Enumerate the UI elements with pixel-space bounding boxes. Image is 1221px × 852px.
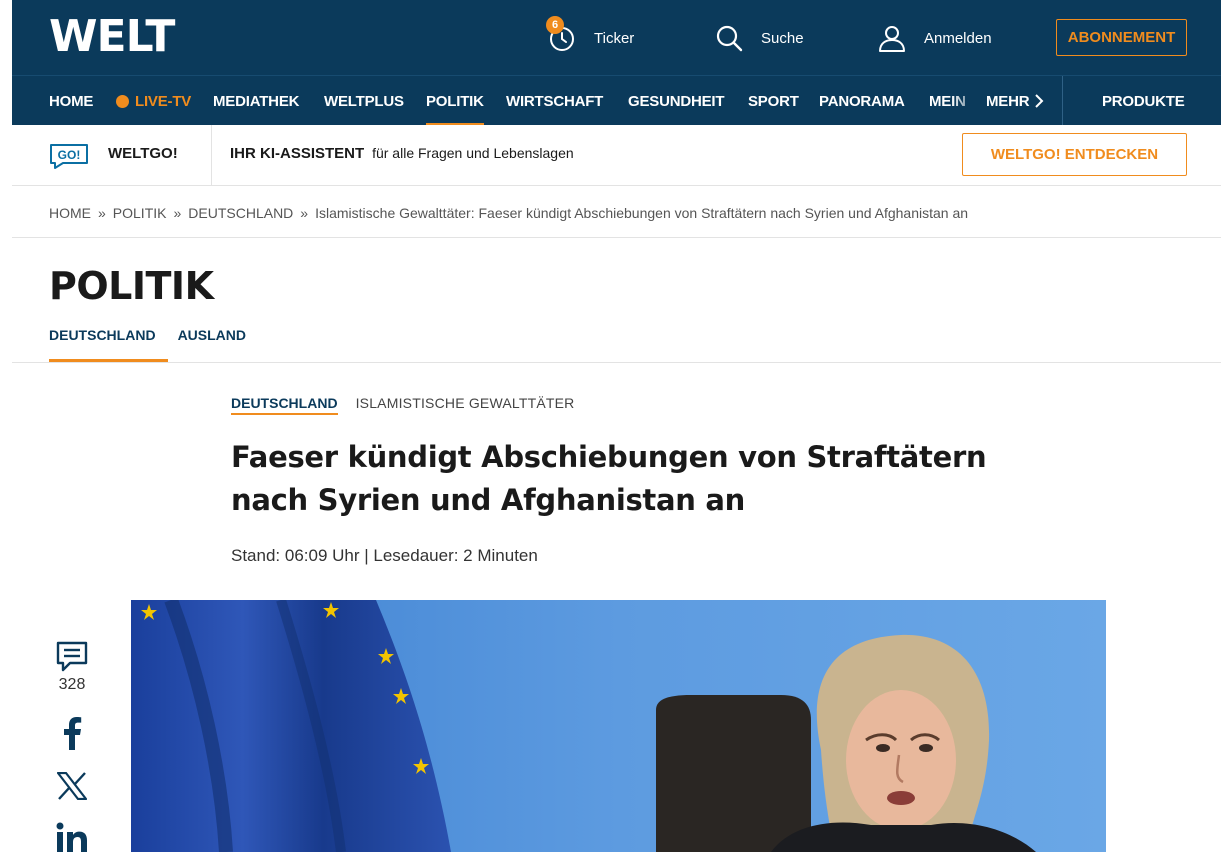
search-icon <box>716 25 743 52</box>
breadcrumb-politik[interactable]: POLITIK <box>113 205 167 221</box>
weltgo-icon-text: GO! <box>58 148 81 162</box>
nav-item-live-tv-label: LIVE-TV <box>135 92 192 110</box>
breadcrumb-divider <box>12 237 1221 238</box>
breadcrumb-separator: » <box>300 205 309 221</box>
chevron-right-icon <box>1035 94 1044 108</box>
subnav-divider <box>12 362 1221 363</box>
login-label: Anmelden <box>924 29 992 47</box>
comments-button[interactable]: 328 <box>54 640 90 694</box>
main-nav: HOME LIVE-TV MEDIATHEK WELTPLUS POLITIK … <box>12 75 1221 126</box>
ki-assistant-title: IHR KI-ASSISTENT <box>230 145 365 162</box>
top-header: WELT 6 Ticker Suche Anmelden ABONNEMENT <box>12 0 1221 75</box>
nav-divider <box>1062 76 1063 126</box>
ticker-button[interactable]: 6 Ticker <box>546 16 635 54</box>
ticker-icon: 6 <box>546 16 576 52</box>
share-facebook-button[interactable] <box>54 716 90 750</box>
nav-item-wirtschaft[interactable]: WIRTSCHAFT <box>506 76 603 126</box>
nav-more-button[interactable]: MEHR <box>986 76 1045 126</box>
weltgo-cta-button[interactable]: WELTGO! ENTDECKEN <box>962 133 1187 176</box>
section-subnav: DEUTSCHLAND AUSLAND <box>49 327 268 362</box>
headline-line-1: Faeser kündigt Abschiebungen von Straftä… <box>231 440 987 474</box>
weltgo-divider <box>211 125 212 185</box>
comment-icon <box>56 641 88 672</box>
nav-item-weltplus[interactable]: WELTPLUS <box>324 76 404 126</box>
breadcrumb-current: Islamistische Gewalttäter: Faeser kündig… <box>315 205 969 221</box>
article-hero-image[interactable] <box>131 600 1106 852</box>
article-headline: Faeser kündigt Abschiebungen von Straftä… <box>231 436 991 522</box>
nav-more-label: MEHR <box>986 92 1030 110</box>
subnav-deutschland[interactable]: DEUTSCHLAND <box>49 327 168 362</box>
nav-item-panorama[interactable]: PANORAMA <box>819 76 905 126</box>
live-dot-icon <box>116 94 129 108</box>
share-x-button[interactable] <box>54 772 90 800</box>
breadcrumb-separator: » <box>173 205 182 221</box>
x-icon <box>57 772 87 800</box>
search-button[interactable]: Suche <box>715 22 804 54</box>
breadcrumb-separator: » <box>98 205 106 221</box>
article-meta: Stand: 06:09 Uhr | Lesedauer: 2 Minuten <box>231 546 538 565</box>
share-sidebar: 328 <box>54 640 90 852</box>
weltgo-icon: GO! <box>50 144 88 169</box>
ki-assistant-promo: IHR KI-ASSISTENT für alle Fragen und Leb… <box>230 145 574 162</box>
kicker-subtopic: ISLAMISTISCHE GEWALTTÄTER <box>355 395 575 411</box>
nav-item-mediathek[interactable]: MEDIATHEK <box>213 76 299 126</box>
kicker-topic-link[interactable]: DEUTSCHLAND <box>231 395 338 415</box>
breadcrumb-deutschland[interactable]: DEUTSCHLAND <box>188 205 293 221</box>
share-linkedin-button[interactable] <box>54 822 90 852</box>
nav-item-gesundheit[interactable]: GESUNDHEIT <box>628 76 725 126</box>
welt-logo[interactable]: WELT <box>49 14 175 60</box>
ticker-badge: 6 <box>546 16 564 34</box>
nav-products[interactable]: PRODUKTE <box>1102 76 1185 126</box>
ki-assistant-text: für alle Fragen und Lebenslagen <box>372 145 574 161</box>
login-button[interactable]: Anmelden <box>878 22 992 54</box>
hero-photo <box>131 600 1106 852</box>
nav-item-politik[interactable]: POLITIK <box>426 76 484 126</box>
weltgo-bar: GO! WELTGO! IHR KI-ASSISTENT für alle Fr… <box>12 125 1221 186</box>
nav-fade <box>952 76 982 126</box>
nav-item-home[interactable]: HOME <box>49 76 93 126</box>
breadcrumb: HOME » POLITIK » DEUTSCHLAND » Islamisti… <box>49 205 968 221</box>
facebook-icon <box>64 717 82 750</box>
article-kicker: DEUTSCHLAND ISLAMISTISCHE GEWALTTÄTER <box>231 395 574 415</box>
nav-item-live-tv[interactable]: LIVE-TV <box>116 76 191 126</box>
section-title: POLITIK <box>49 264 214 308</box>
subnav-ausland[interactable]: AUSLAND <box>178 327 246 362</box>
subscribe-button[interactable]: ABONNEMENT <box>1056 19 1187 56</box>
breadcrumb-home[interactable]: HOME <box>49 205 91 221</box>
ticker-label: Ticker <box>594 29 635 47</box>
comments-count: 328 <box>58 676 86 693</box>
linkedin-icon <box>56 822 87 852</box>
page: WELT 6 Ticker Suche Anmelden ABONNEMENT … <box>12 0 1221 852</box>
nav-item-sport[interactable]: SPORT <box>748 76 799 126</box>
search-label: Suche <box>761 29 804 47</box>
user-icon <box>879 26 905 52</box>
headline-line-2: nach Syrien und Afghanistan an <box>231 483 746 517</box>
weltgo-brand: WELTGO! <box>108 145 178 162</box>
